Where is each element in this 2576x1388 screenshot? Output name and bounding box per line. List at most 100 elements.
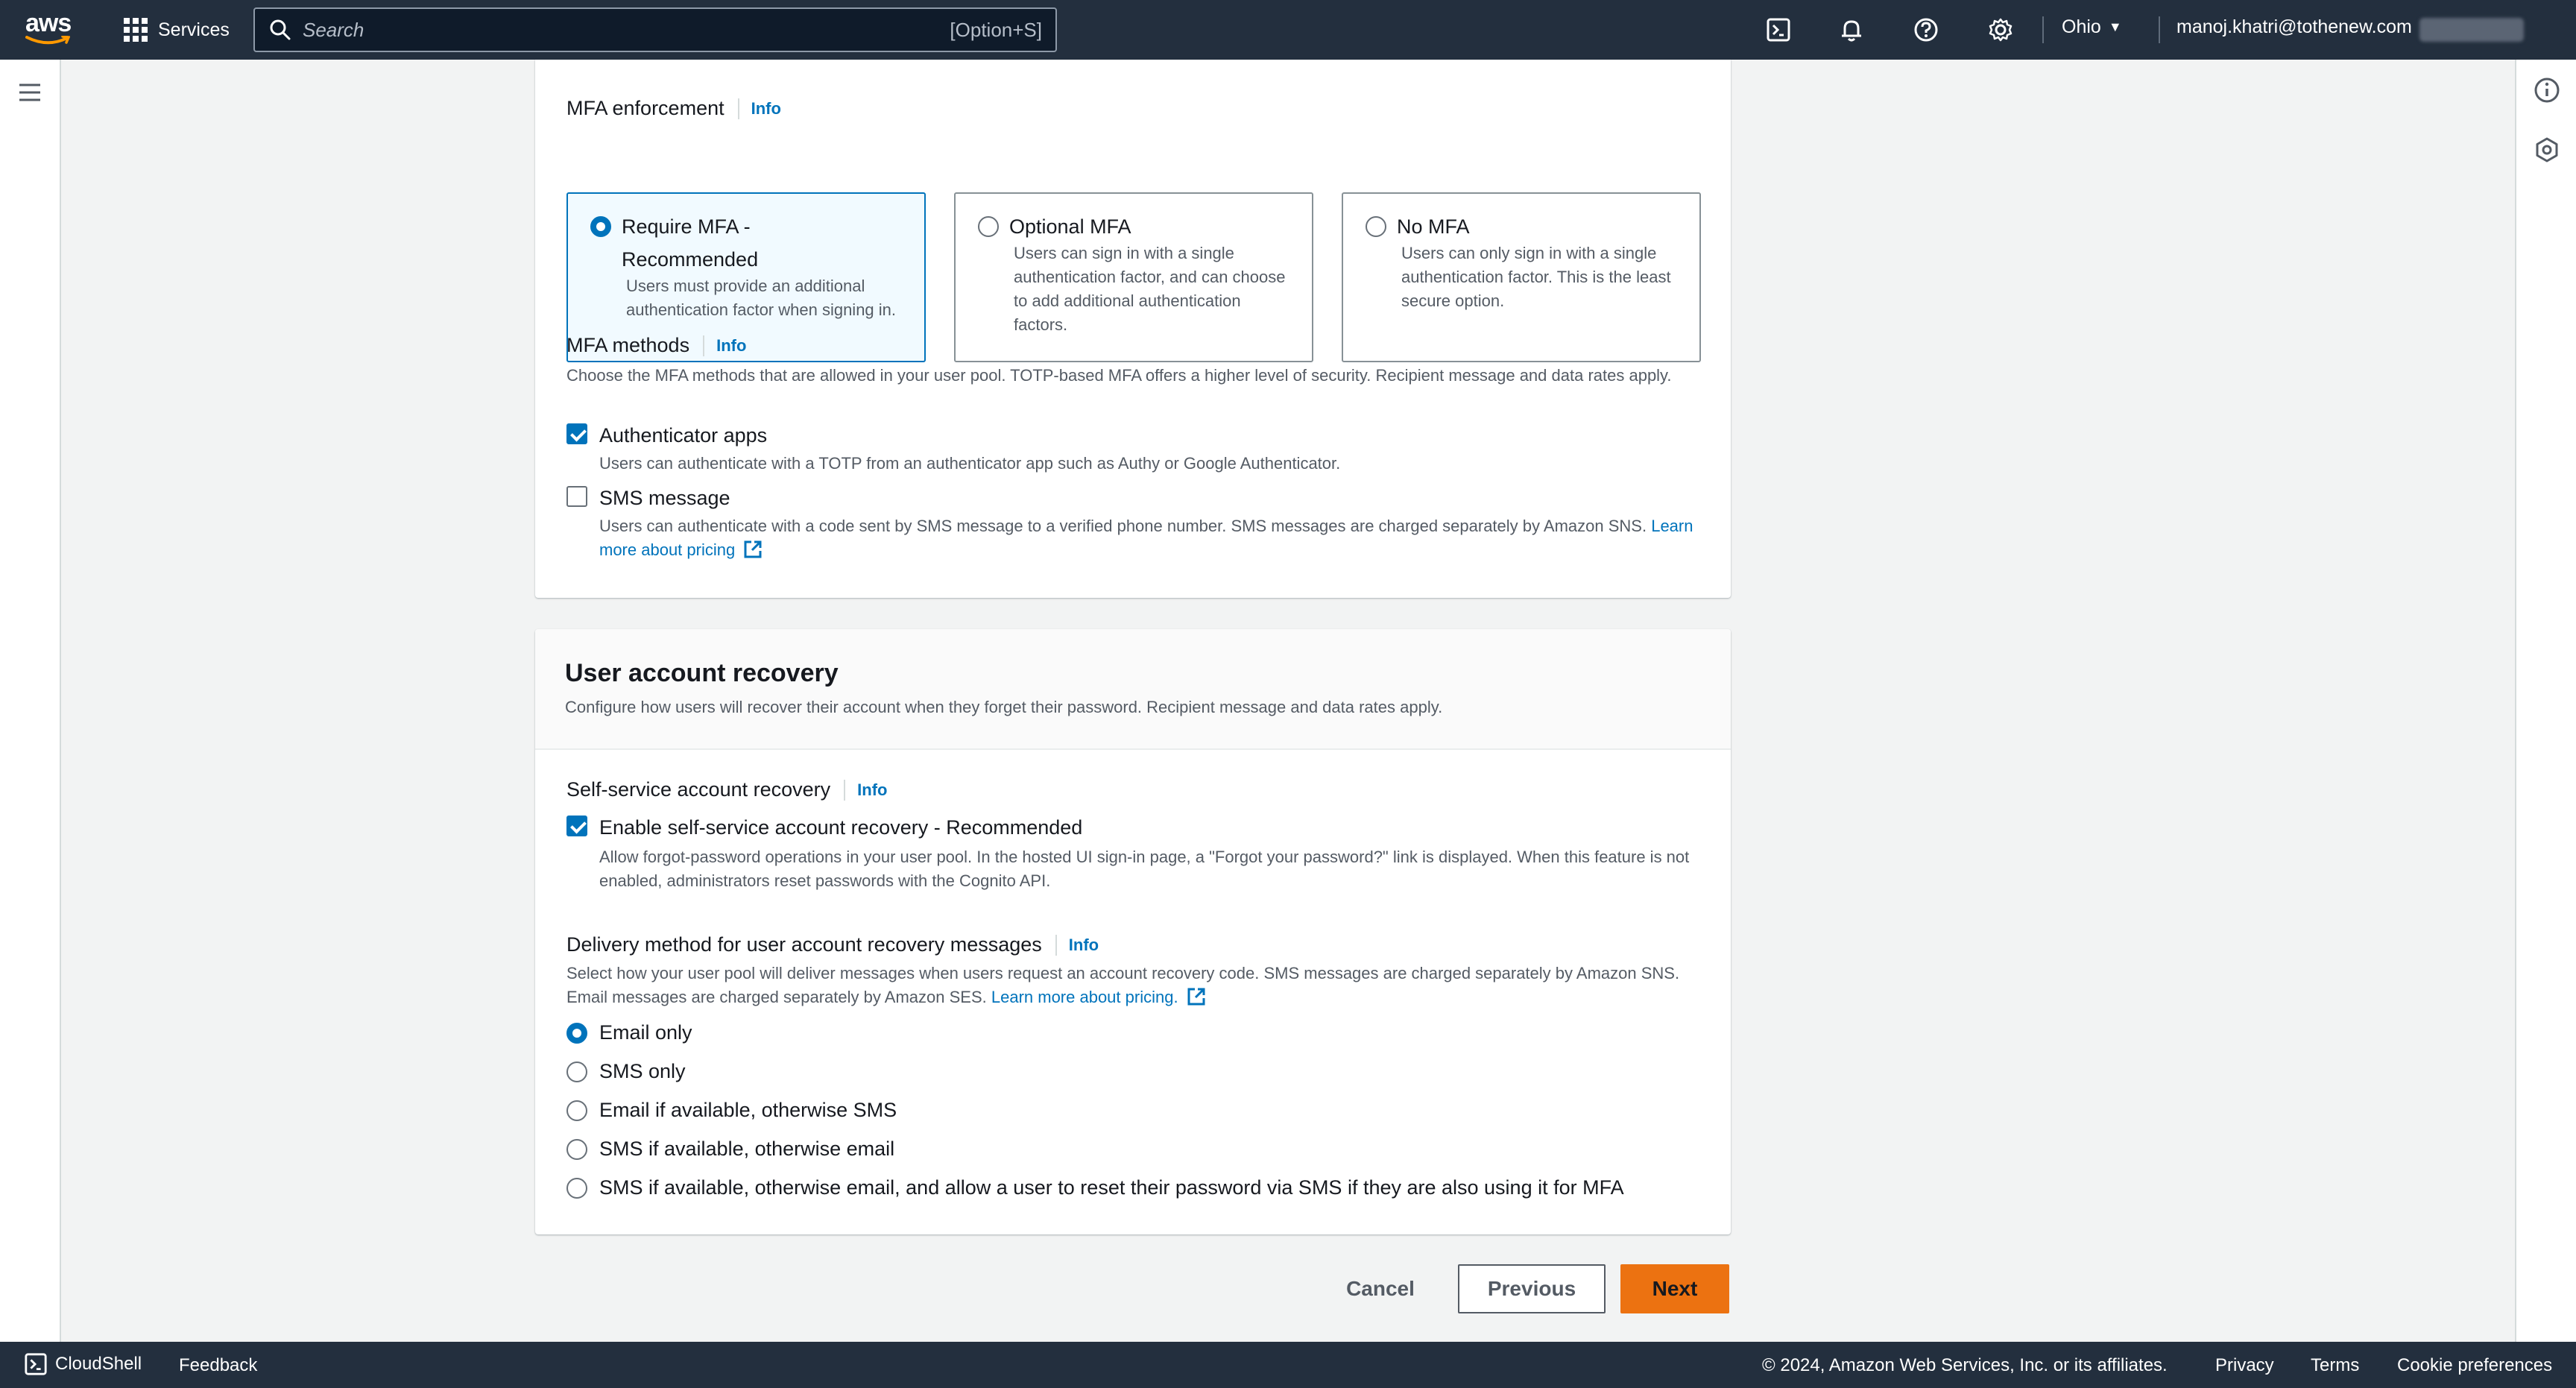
hexagon-icon[interactable] <box>2533 136 2561 164</box>
option-enable-self-service[interactable]: Enable self-service account recovery - R… <box>566 816 1082 839</box>
checkbox-sms-message[interactable] <box>566 486 587 507</box>
mfa-enforcement-label: MFA enforcement <box>566 97 724 119</box>
search-bar[interactable]: [Option+S] <box>253 7 1057 52</box>
radio-button[interactable] <box>566 1100 587 1121</box>
option-authenticator-apps[interactable]: Authenticator apps <box>566 423 767 447</box>
copyright-text: © 2024, Amazon Web Services, Inc. or its… <box>1762 1355 2168 1375</box>
external-link-icon <box>744 540 762 558</box>
top-navigation: aws Services [Option+S] <box>0 0 2576 60</box>
account-menu[interactable]: manoj.khatri@tothenew.com <box>2176 16 2412 38</box>
mfa-enforcement-header: MFA enforcement Info <box>566 97 781 120</box>
option-description: Users can authenticate with a code sent … <box>599 514 1717 562</box>
cloudshell-icon <box>25 1353 47 1375</box>
radio-label: SMS if available, otherwise email, and a… <box>599 1176 1624 1199</box>
checkbox-authenticator-apps[interactable] <box>566 423 587 444</box>
help-icon[interactable] <box>1911 15 1941 45</box>
mfa-panel: MFA enforcement Info Require MFA - Recom… <box>535 60 1731 598</box>
aws-logo[interactable]: aws <box>25 10 75 48</box>
cloudshell-icon[interactable] <box>1764 15 1793 45</box>
radio-option-sms-otherwise-email[interactable]: SMS if available, otherwise email <box>566 1138 894 1161</box>
tile-description: Users must provide an additional authent… <box>626 277 897 319</box>
radio-option-sms-otherwise-email-mfa[interactable]: SMS if available, otherwise email, and a… <box>566 1176 1624 1199</box>
info-link[interactable]: Info <box>716 336 746 356</box>
option-description: Allow forgot-password operations in your… <box>599 848 1690 890</box>
self-service-label: Self-service account recovery <box>566 778 831 801</box>
services-menu-button[interactable]: Services <box>124 15 230 45</box>
radio-button[interactable] <box>566 1177 587 1199</box>
radio-option-email-only[interactable]: Email only <box>566 1021 692 1044</box>
radio-button[interactable] <box>566 1022 587 1044</box>
learn-more-pricing-link[interactable]: Learn more about pricing. <box>991 988 1207 1006</box>
account-recovery-panel: User account recovery Configure how user… <box>535 629 1731 1234</box>
radio-label: SMS only <box>599 1060 686 1082</box>
right-rail <box>2515 60 2576 1342</box>
left-rail <box>0 60 61 1342</box>
option-label: SMS message <box>599 487 730 509</box>
link-text: Learn more about pricing. <box>991 988 1178 1006</box>
option-label: Enable self-service account recovery - R… <box>599 816 1083 839</box>
previous-button[interactable]: Previous <box>1458 1264 1606 1313</box>
grid-icon <box>124 18 148 42</box>
option-sms-message[interactable]: SMS message <box>566 486 730 510</box>
menu-icon[interactable] <box>16 79 43 106</box>
radio-no-mfa[interactable] <box>1366 216 1386 237</box>
radio-button[interactable] <box>566 1061 587 1082</box>
nav-divider <box>2159 16 2160 43</box>
tile-description: Users can sign in with a single authenti… <box>1014 244 1286 334</box>
delivery-method-header: Delivery method for user account recover… <box>566 933 1099 956</box>
radio-button[interactable] <box>566 1138 587 1160</box>
radio-label: Email if available, otherwise SMS <box>599 1099 897 1121</box>
cloudshell-label: CloudShell <box>55 1354 142 1374</box>
privacy-link[interactable]: Privacy <box>2215 1355 2274 1376</box>
nav-divider <box>2042 16 2044 43</box>
delivery-method-label: Delivery method for user account recover… <box>566 933 1042 956</box>
option-description: Users can authenticate with a TOTP from … <box>599 454 1341 473</box>
info-link[interactable]: Info <box>1069 936 1099 955</box>
mfa-methods-header: MFA methods Info <box>566 334 746 357</box>
radio-optional-mfa[interactable] <box>978 216 999 237</box>
cancel-button[interactable]: Cancel <box>1319 1264 1442 1313</box>
radio-label: SMS if available, otherwise email <box>599 1138 895 1160</box>
tile-title: Optional MFA <box>1009 215 1131 238</box>
delivery-method-description: Select how your user pool will deliver m… <box>566 962 1714 1009</box>
option-label: Authenticator apps <box>599 424 768 447</box>
tile-description: Users can only sign in with a single aut… <box>1401 244 1671 310</box>
external-link-icon <box>1187 988 1205 1006</box>
region-label: Ohio <box>2062 16 2101 37</box>
info-link[interactable]: Info <box>857 780 887 800</box>
terms-link[interactable]: Terms <box>2311 1355 2359 1376</box>
bell-icon[interactable] <box>1837 15 1866 45</box>
mfa-methods-label: MFA methods <box>566 334 690 356</box>
radio-require-mfa[interactable] <box>590 216 611 237</box>
tile-no-mfa[interactable]: No MFA Users can only sign in with a sin… <box>1342 192 1701 362</box>
feedback-link[interactable]: Feedback <box>179 1355 257 1376</box>
aws-logo-text: aws <box>25 9 72 37</box>
tile-title: No MFA <box>1397 215 1470 238</box>
account-label: manoj.khatri@tothenew.com <box>2176 16 2412 37</box>
info-panel-icon[interactable] <box>2533 76 2561 104</box>
radio-option-email-otherwise-sms[interactable]: Email if available, otherwise SMS <box>566 1099 897 1122</box>
tile-optional-mfa[interactable]: Optional MFA Users can sign in with a si… <box>954 192 1313 362</box>
caret-down-icon: ▼ <box>2108 19 2122 34</box>
search-input[interactable] <box>303 18 950 42</box>
services-label: Services <box>158 19 230 40</box>
sms-description-text: Users can authenticate with a code sent … <box>599 517 1647 535</box>
radio-label: Email only <box>599 1021 692 1044</box>
next-button[interactable]: Next <box>1620 1264 1729 1313</box>
cloudshell-button[interactable]: CloudShell <box>24 1352 142 1376</box>
aws-smile-icon <box>25 36 70 45</box>
self-service-header: Self-service account recovery Info <box>566 778 887 801</box>
console-footer: CloudShell Feedback © 2024, Amazon Web S… <box>0 1342 2576 1388</box>
section-description: Configure how users will recover their a… <box>565 698 1443 716</box>
settings-icon[interactable] <box>1986 15 2015 45</box>
region-selector[interactable]: Ohio ▼ <box>2062 16 2122 38</box>
search-shortcut: [Option+S] <box>950 18 1042 41</box>
mfa-methods-description: Choose the MFA methods that are allowed … <box>566 366 1672 385</box>
cookie-preferences-link[interactable]: Cookie preferences <box>2397 1355 2552 1376</box>
panel-header: User account recovery Configure how user… <box>535 629 1731 750</box>
account-id-redacted <box>2419 18 2524 42</box>
info-link[interactable]: Info <box>751 99 781 119</box>
tile-title: Require MFA - Recommended <box>622 215 759 271</box>
radio-option-sms-only[interactable]: SMS only <box>566 1060 686 1083</box>
checkbox-enable-self-service[interactable] <box>566 816 587 836</box>
